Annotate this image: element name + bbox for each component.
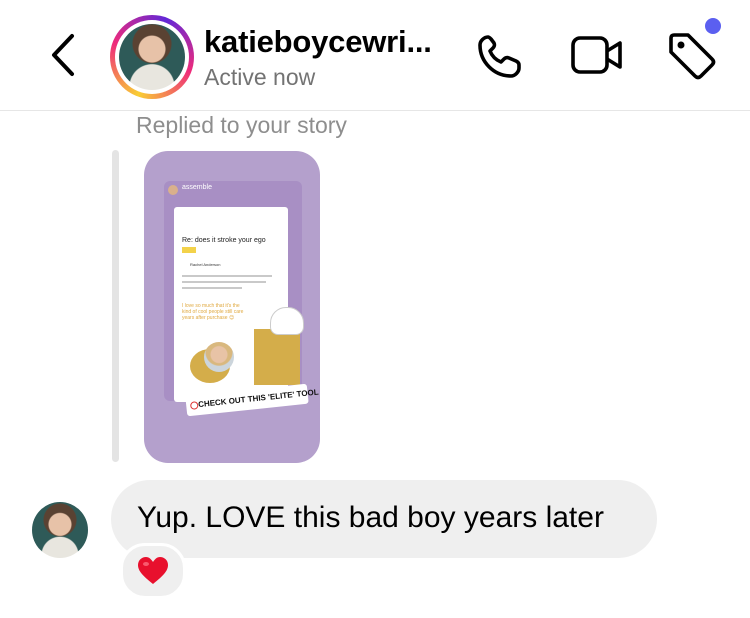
story-brand: assemble [182,184,212,191]
notification-dot [705,18,721,34]
story-thumbnail[interactable]: assemble Re: does it stroke your ego Rac… [144,151,320,463]
sender-avatar[interactable] [32,502,88,558]
active-status: Active now [204,64,316,90]
sender-photo [204,342,234,372]
email-quote: I love so much that it's the kind of coo… [182,303,244,321]
chat-header: katieboycewri... Active now [0,0,750,111]
message-reaction[interactable] [120,543,186,599]
email-sender: Rachel Anderson [190,262,221,267]
profile-avatar[interactable] [110,15,194,99]
text-overlay-box [254,329,300,385]
story-reply-label: Replied to your story [136,112,347,138]
profile-photo [119,24,185,90]
message-bubble[interactable]: Yup. LOVE this bad boy years later [111,480,657,558]
heart-icon [138,557,168,584]
email-label-chip [182,247,196,253]
video-camera-icon[interactable] [570,34,624,78]
email-text-line [182,287,242,289]
username[interactable]: katieboycewri... [204,24,432,60]
ghost-sticker-icon [270,307,304,335]
reply-indicator-bar [112,150,119,462]
chevron-left-icon[interactable] [44,30,84,80]
email-text-line [182,275,272,277]
phone-icon[interactable] [474,32,524,82]
message-text: Yup. LOVE this bad boy years later [137,501,604,534]
email-subject: Re: does it stroke your ego [182,237,266,244]
email-text-line [182,281,266,283]
tag-icon[interactable] [666,30,720,84]
story-avatar [168,185,178,195]
